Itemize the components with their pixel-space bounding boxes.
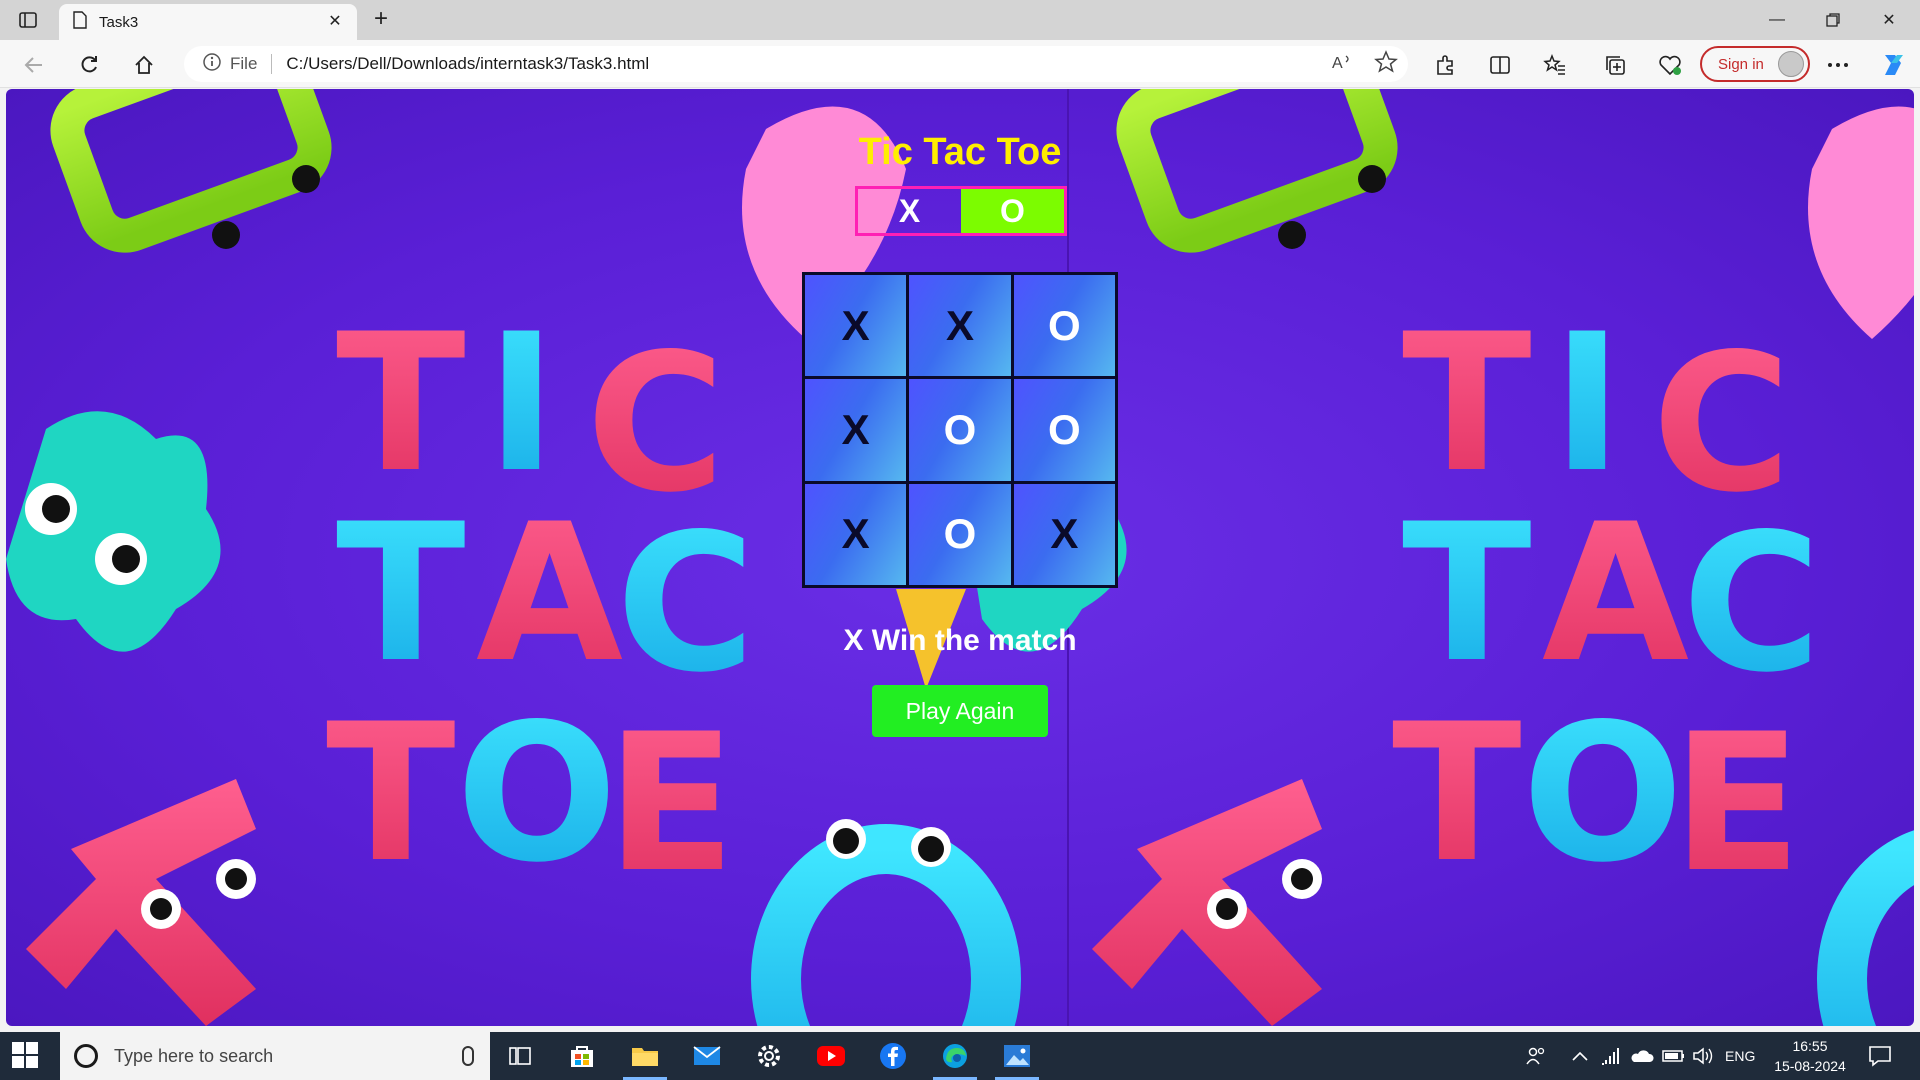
page-icon: [73, 10, 87, 34]
file-explorer-icon[interactable]: [617, 1032, 673, 1080]
more-options-icon[interactable]: [1823, 50, 1853, 80]
battery-icon[interactable]: [1662, 1032, 1686, 1080]
photos-icon[interactable]: [989, 1032, 1045, 1080]
board-cell[interactable]: X: [1013, 483, 1115, 585]
board-cell[interactable]: O: [909, 483, 1011, 585]
settings-icon[interactable]: [741, 1032, 797, 1080]
browser-essentials-icon[interactable]: [1655, 50, 1685, 80]
turn-o: O: [961, 189, 1064, 233]
turn-indicator: X O: [855, 186, 1067, 236]
read-aloud-icon[interactable]: A: [1330, 50, 1354, 79]
close-tab-icon[interactable]: ✕: [325, 12, 345, 32]
microphone-icon[interactable]: [462, 1046, 474, 1066]
taskbar-search-box[interactable]: Type here to search: [60, 1032, 490, 1080]
minimize-icon[interactable]: —: [1750, 0, 1804, 40]
clock-time: 16:55: [1792, 1038, 1828, 1054]
split-screen-icon[interactable]: [1485, 50, 1515, 80]
system-clock[interactable]: 16:55 15-08-2024: [1760, 1036, 1860, 1076]
windows-start-icon[interactable]: [12, 1042, 40, 1070]
favorites-icon[interactable]: [1540, 50, 1570, 80]
board-cell[interactable]: X: [805, 379, 907, 481]
page-viewport: T I C T A C T O E T I C T A C T O E Tic …: [6, 89, 1914, 1026]
home-icon[interactable]: [128, 49, 160, 81]
extensions-icon[interactable]: [1430, 50, 1460, 80]
taskbar-search-placeholder: Type here to search: [114, 1045, 274, 1066]
profile-avatar-icon: [1778, 51, 1804, 77]
address-url[interactable]: C:/Users/Dell/Downloads/interntask3/Task…: [286, 54, 649, 74]
tab-title: Task3: [99, 13, 139, 31]
board-cell[interactable]: O: [1013, 379, 1115, 481]
board-cell[interactable]: X: [805, 483, 907, 585]
result-message: X Win the match: [843, 624, 1077, 657]
board-cell[interactable]: X: [909, 275, 1011, 377]
board-cell[interactable]: X: [805, 275, 907, 377]
game-container: Tic Tac Toe X O X X O X O O X O X X Win …: [6, 89, 1914, 1026]
address-bar[interactable]: File C:/Users/Dell/Downloads/interntask3…: [184, 46, 1408, 82]
back-icon[interactable]: [18, 49, 50, 81]
board-cell[interactable]: O: [909, 379, 1011, 481]
address-separator: [271, 54, 273, 74]
notifications-icon[interactable]: [1868, 1032, 1892, 1080]
copilot-icon[interactable]: [1878, 50, 1908, 80]
onedrive-icon[interactable]: [1630, 1032, 1654, 1080]
favorite-star-icon[interactable]: [1374, 50, 1398, 79]
info-icon[interactable]: [202, 52, 222, 77]
refresh-icon[interactable]: [73, 49, 105, 81]
windows-taskbar: Type here to search ENG 16:55 15-08-2024: [0, 1032, 1920, 1080]
play-again-button[interactable]: Play Again: [872, 685, 1048, 737]
mail-icon[interactable]: [679, 1032, 735, 1080]
network-icon[interactable]: [1600, 1032, 1622, 1080]
volume-icon[interactable]: [1692, 1032, 1716, 1080]
task-view-icon[interactable]: [492, 1032, 548, 1080]
youtube-icon[interactable]: [803, 1032, 859, 1080]
game-board: X X O X O O X O X: [802, 272, 1118, 588]
close-window-icon[interactable]: ✕: [1862, 0, 1916, 40]
people-icon[interactable]: [1525, 1032, 1547, 1080]
browser-toolbar: File C:/Users/Dell/Downloads/interntask3…: [0, 40, 1920, 88]
browser-tab[interactable]: Task3 ✕: [59, 4, 357, 40]
game-title: Tic Tac Toe: [858, 131, 1062, 173]
board-cell[interactable]: O: [1013, 275, 1115, 377]
store-icon[interactable]: [554, 1032, 610, 1080]
clock-date: 15-08-2024: [1774, 1058, 1846, 1074]
language-indicator[interactable]: ENG: [1725, 1032, 1755, 1080]
collections-icon[interactable]: [1600, 50, 1630, 80]
browser-tab-bar: Task3 ✕ + — ✕: [0, 0, 1920, 40]
tab-actions-icon[interactable]: [14, 8, 42, 32]
restore-icon[interactable]: [1806, 0, 1860, 40]
edge-icon[interactable]: [927, 1032, 983, 1080]
svg-text:A: A: [1332, 55, 1343, 72]
new-tab-button[interactable]: +: [366, 6, 396, 34]
turn-x: X: [898, 192, 921, 229]
sign-in-button[interactable]: Sign in: [1700, 46, 1810, 82]
cortana-icon: [74, 1044, 98, 1068]
facebook-icon[interactable]: [865, 1032, 921, 1080]
show-hidden-icons-chevron-icon[interactable]: [1572, 1032, 1588, 1080]
address-scheme: File: [230, 54, 258, 73]
sign-in-label: Sign in: [1718, 55, 1764, 73]
